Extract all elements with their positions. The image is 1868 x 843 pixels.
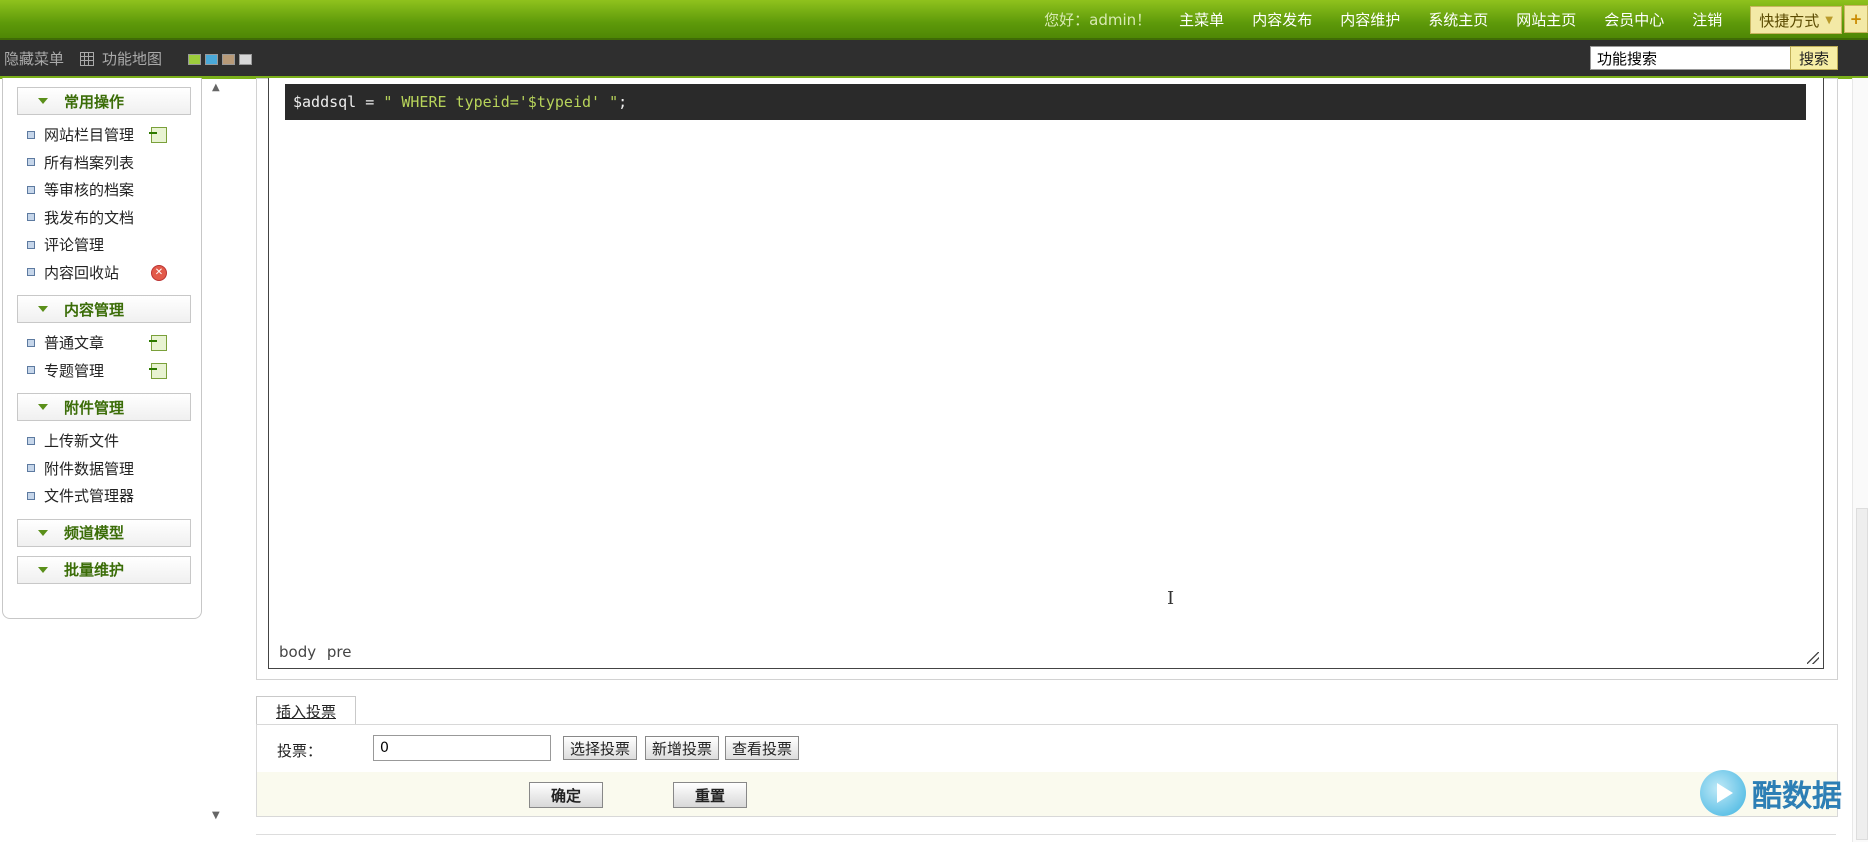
bullet-icon — [27, 338, 35, 347]
clear-recycle-icon[interactable]: ✕ — [151, 264, 167, 281]
sidebar-item-recycle-bin[interactable]: 内容回收站 ✕ — [3, 259, 201, 287]
vote-label: 投票： — [277, 742, 323, 760]
nav-member-center[interactable]: 会员中心 — [1604, 9, 1664, 30]
triangle-down-icon — [38, 529, 48, 536]
select-vote-button[interactable]: 选择投票 — [563, 736, 638, 760]
function-map-label: 功能地图 — [102, 50, 163, 68]
sidebar-item-upload-file[interactable]: 上传新文件 — [3, 427, 201, 455]
skin-green-button[interactable] — [188, 54, 201, 65]
group-attachment-management[interactable]: 附件管理 — [17, 393, 191, 421]
element-path: body pre — [279, 643, 352, 661]
bullet-icon — [27, 436, 35, 445]
view-vote-button[interactable]: 查看投票 — [725, 736, 800, 760]
scroll-up-arrow-icon[interactable]: ▲ — [212, 82, 220, 93]
add-document-icon[interactable] — [149, 362, 167, 379]
skin-gray-button[interactable] — [239, 54, 252, 65]
code-block[interactable]: $addsql = " WHERE typeid='$typeid' "; — [285, 84, 1806, 120]
user-greeting: 您好：admin！ — [1044, 10, 1152, 29]
watermark-text: 酷数据 — [1752, 779, 1842, 814]
vote-id-input[interactable] — [373, 735, 551, 761]
skin-blue-button[interactable] — [205, 54, 218, 65]
add-document-icon[interactable] — [149, 127, 167, 143]
watermark-logo: 酷数据 — [1700, 770, 1842, 816]
top-header-bar: 您好：admin！ 主菜单 内容发布 内容维护 系统主页 网站主页 会员中心 注… — [0, 0, 1868, 40]
left-sidebar: 常用操作 网站栏目管理 所有档案列表 等审核的档案 我发布的文档 评论管理 内容… — [2, 78, 202, 619]
nav-website-home[interactable]: 网站主页 — [1516, 9, 1576, 30]
group-common-operations[interactable]: 常用操作 — [17, 87, 191, 115]
vote-row: 投票： 选择投票 新增投票 查看投票 — [256, 724, 1838, 774]
bullet-icon — [27, 130, 35, 139]
bullet-icon — [27, 268, 35, 277]
confirm-button[interactable]: 确定 — [529, 782, 603, 808]
add-vote-button[interactable]: 新增投票 — [645, 736, 720, 760]
grid-icon — [80, 51, 94, 66]
skin-brown-button[interactable] — [222, 54, 235, 65]
scroll-down-arrow-icon[interactable]: ▼ — [212, 810, 220, 821]
quick-access-dropdown[interactable]: 快捷方式 ▼ — [1750, 6, 1842, 34]
search-button[interactable]: 搜索 — [1790, 46, 1838, 70]
group-content-management[interactable]: 内容管理 — [17, 295, 191, 323]
nav-main-menu[interactable]: 主菜单 — [1179, 9, 1224, 30]
sidebar-item-topics[interactable]: 专题管理 — [3, 357, 201, 385]
add-document-icon[interactable] — [149, 335, 167, 351]
function-search-input[interactable] — [1590, 46, 1800, 70]
triangle-down-icon — [38, 98, 48, 104]
add-quick-access-button[interactable]: + — [1844, 5, 1868, 33]
group-channel-models[interactable]: 频道模型 — [17, 518, 191, 547]
bullet-icon — [27, 366, 35, 375]
scrollbar-thumb[interactable] — [1856, 508, 1868, 840]
group-batch-maintenance[interactable]: 批量维护 — [17, 555, 191, 584]
sidebar-item-all-archives[interactable]: 所有档案列表 — [3, 149, 201, 177]
text-cursor-icon: I — [1167, 588, 1175, 609]
bullet-icon — [27, 491, 35, 500]
function-map-link[interactable]: 功能地图 — [80, 48, 162, 69]
nav-content-publish[interactable]: 内容发布 — [1252, 9, 1312, 30]
bullet-icon — [27, 464, 35, 473]
rich-text-editor[interactable]: $addsql = " WHERE typeid='$typeid' "; I … — [268, 78, 1824, 669]
sidebar-item-site-columns[interactable]: 网站栏目管理 — [3, 121, 201, 149]
code-string: " WHERE typeid='$typeid' " — [383, 93, 619, 111]
play-logo-icon — [1700, 770, 1746, 816]
sidebar-item-pending-archives[interactable]: 等审核的档案 — [3, 176, 201, 204]
page-scrollbar[interactable] — [1852, 78, 1868, 842]
top-nav: 您好：admin！ 主菜单 内容发布 内容维护 系统主页 网站主页 会员中心 注… — [1044, 0, 1868, 38]
nav-logout[interactable]: 注销 — [1692, 9, 1722, 30]
quick-access-label: 快捷方式 — [1759, 11, 1820, 30]
hide-menu-link[interactable]: 隐藏菜单 — [4, 48, 64, 69]
sidebar-item-my-documents[interactable]: 我发布的文档 — [3, 204, 201, 232]
form-actions: 确定 重置 — [256, 772, 1838, 817]
bullet-icon — [27, 213, 35, 222]
nav-content-maintain[interactable]: 内容维护 — [1340, 9, 1400, 30]
sidebar-item-comments[interactable]: 评论管理 — [3, 231, 201, 259]
reset-button[interactable]: 重置 — [673, 782, 747, 808]
triangle-down-icon — [38, 306, 48, 312]
nav-system-home[interactable]: 系统主页 — [1428, 9, 1488, 30]
sidebar-item-attachment-data[interactable]: 附件数据管理 — [3, 455, 201, 483]
bullet-icon — [27, 158, 35, 167]
sidebar-item-file-manager[interactable]: 文件式管理器 — [3, 482, 201, 510]
toolbar: 隐藏菜单 功能地图 搜索 — [0, 40, 1868, 79]
bullet-icon — [27, 185, 35, 194]
skin-switcher — [188, 54, 252, 65]
tab-insert-vote[interactable]: 插入投票 — [256, 696, 356, 725]
bullet-icon — [27, 240, 35, 249]
triangle-down-icon — [38, 404, 48, 410]
triangle-down-icon — [38, 566, 48, 573]
chevron-down-icon: ▼ — [1825, 14, 1833, 26]
resize-handle-icon[interactable] — [1807, 652, 1819, 664]
sidebar-item-articles[interactable]: 普通文章 — [3, 329, 201, 357]
